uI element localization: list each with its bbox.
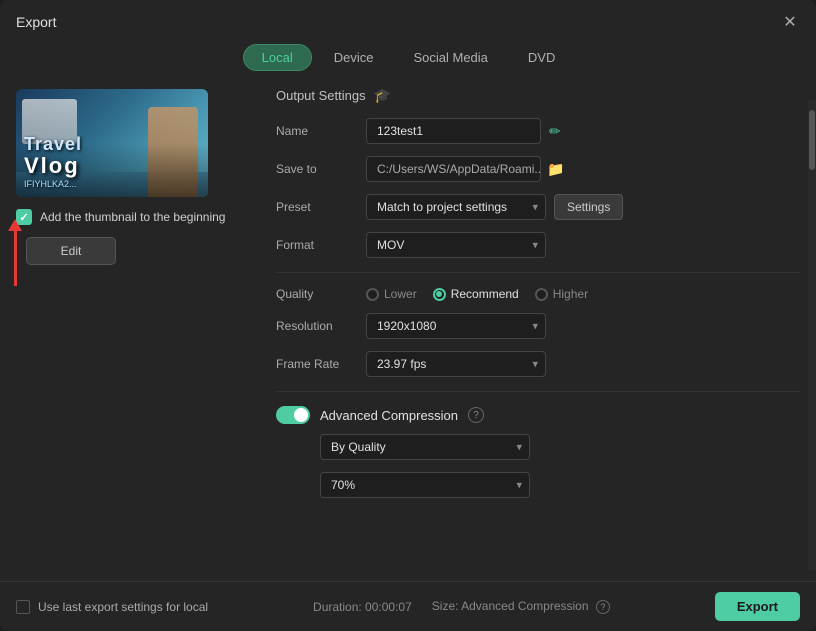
radio-recommend (433, 288, 446, 301)
frame-rate-label: Frame Rate (276, 357, 366, 371)
tab-dvd[interactable]: DVD (510, 44, 573, 71)
right-panel: Output Settings 🎓 Name ✏ Save to C:/User… (276, 81, 800, 581)
preset-select[interactable]: Match to project settings (366, 194, 546, 220)
compression-type-row: By Quality (320, 434, 800, 460)
quality-percent-wrapper: 70% (320, 472, 530, 498)
resolution-select[interactable]: 1920x1080 (366, 313, 546, 339)
resolution-select-wrapper: 1920x1080 (366, 313, 546, 339)
thumbnail-checkbox-row: ✓ Add the thumbnail to the beginning (16, 209, 256, 225)
quality-lower[interactable]: Lower (366, 287, 417, 301)
advanced-toggle[interactable] (276, 406, 310, 424)
save-to-row: Save to C:/Users/WS/AppData/Roami... 📁 (276, 156, 800, 182)
frame-rate-control: 23.97 fps (366, 351, 800, 377)
size-help-icon[interactable]: ? (596, 600, 610, 614)
radio-lower (366, 288, 379, 301)
compression-type-wrapper: By Quality (320, 434, 530, 460)
save-to-path: C:/Users/WS/AppData/Roami... (366, 156, 541, 182)
frame-rate-row: Frame Rate 23.97 fps (276, 351, 800, 377)
scrollbar-track (808, 100, 816, 571)
format-row: Format MOV (276, 232, 800, 258)
use-last-settings-label: Use last export settings for local (38, 600, 208, 614)
close-button[interactable]: ✕ (780, 12, 800, 32)
compression-type-select[interactable]: By Quality (320, 434, 530, 460)
resolution-control: 1920x1080 (366, 313, 800, 339)
thumbnail-subtitle: IFIYHLKA2... (24, 179, 77, 189)
footer-left: Use last export settings for local (16, 600, 208, 614)
frame-rate-select[interactable]: 23.97 fps (366, 351, 546, 377)
quality-label: Quality (276, 287, 366, 301)
quality-percent-row: 70% (320, 472, 800, 498)
tab-social-media[interactable]: Social Media (395, 44, 505, 71)
quality-row: Quality Lower Recommend Higher (276, 287, 800, 301)
left-panel: Travel Vlog IFIYHLKA2... ✓ Add the thumb… (16, 81, 256, 581)
divider-2 (276, 391, 800, 392)
quality-control: Lower Recommend Higher (366, 287, 800, 301)
advanced-help-icon[interactable]: ? (468, 407, 484, 423)
duration-label: Duration: 00:00:07 (313, 600, 412, 614)
use-last-settings-checkbox[interactable] (16, 600, 30, 614)
name-input[interactable] (366, 118, 541, 144)
divider-1 (276, 272, 800, 273)
tab-device[interactable]: Device (316, 44, 392, 71)
export-window: Export ✕ Local Device Social Media DVD T… (0, 0, 816, 631)
ai-icon[interactable]: ✏ (549, 123, 561, 140)
format-select-wrapper: MOV (366, 232, 546, 258)
tabs-row: Local Device Social Media DVD (0, 40, 816, 81)
resolution-label: Resolution (276, 319, 366, 333)
format-select[interactable]: MOV (366, 232, 546, 258)
radio-higher (535, 288, 548, 301)
save-to-control: C:/Users/WS/AppData/Roami... 📁 (366, 156, 800, 182)
title-bar: Export ✕ (0, 0, 816, 40)
preset-row: Preset Match to project settings Setting… (276, 194, 800, 220)
thumbnail-checkbox-label: Add the thumbnail to the beginning (40, 210, 225, 224)
save-to-label: Save to (276, 162, 366, 176)
thumbnail-title1: Travel (24, 134, 82, 155)
preset-control: Match to project settings Settings (366, 194, 800, 220)
output-settings-label: Output Settings (276, 88, 366, 103)
video-thumbnail: Travel Vlog IFIYHLKA2... (16, 89, 208, 197)
output-settings-title: Output Settings 🎓 (276, 87, 800, 104)
quality-recommend-label: Recommend (451, 287, 519, 301)
size-label: Size: Advanced Compression ? (432, 599, 610, 614)
name-label: Name (276, 124, 366, 138)
preset-select-wrapper: Match to project settings (366, 194, 546, 220)
name-control: ✏ (366, 118, 800, 144)
tab-local[interactable]: Local (243, 44, 312, 71)
thumbnail-title2: Vlog (24, 155, 80, 177)
folder-icon[interactable]: 📁 (547, 161, 564, 178)
frame-rate-select-wrapper: 23.97 fps (366, 351, 546, 377)
window-title: Export (16, 14, 56, 30)
quality-percent-select[interactable]: 70% (320, 472, 530, 498)
quality-higher-label: Higher (553, 287, 588, 301)
edit-button[interactable]: Edit (26, 237, 116, 265)
preset-label: Preset (276, 200, 366, 214)
output-settings-icon: 🎓 (374, 87, 391, 104)
scrollbar-thumb[interactable] (809, 110, 815, 170)
advanced-compression-row: Advanced Compression ? (276, 406, 800, 424)
resolution-row: Resolution 1920x1080 (276, 313, 800, 339)
name-row: Name ✏ (276, 118, 800, 144)
compression-type-control: By Quality (320, 434, 800, 460)
quality-percent-control: 70% (320, 472, 800, 498)
format-label: Format (276, 238, 366, 252)
export-button[interactable]: Export (715, 592, 800, 621)
quality-recommend[interactable]: Recommend (433, 287, 519, 301)
format-control: MOV (366, 232, 800, 258)
main-area: Travel Vlog IFIYHLKA2... ✓ Add the thumb… (0, 81, 816, 581)
advanced-label: Advanced Compression (320, 408, 458, 423)
footer-center: Duration: 00:00:07 Size: Advanced Compre… (313, 599, 610, 614)
quality-higher[interactable]: Higher (535, 287, 588, 301)
thumbnail-overlay: Travel Vlog IFIYHLKA2... (16, 89, 208, 197)
settings-button[interactable]: Settings (554, 194, 623, 220)
footer: Use last export settings for local Durat… (0, 581, 816, 631)
quality-lower-label: Lower (384, 287, 417, 301)
